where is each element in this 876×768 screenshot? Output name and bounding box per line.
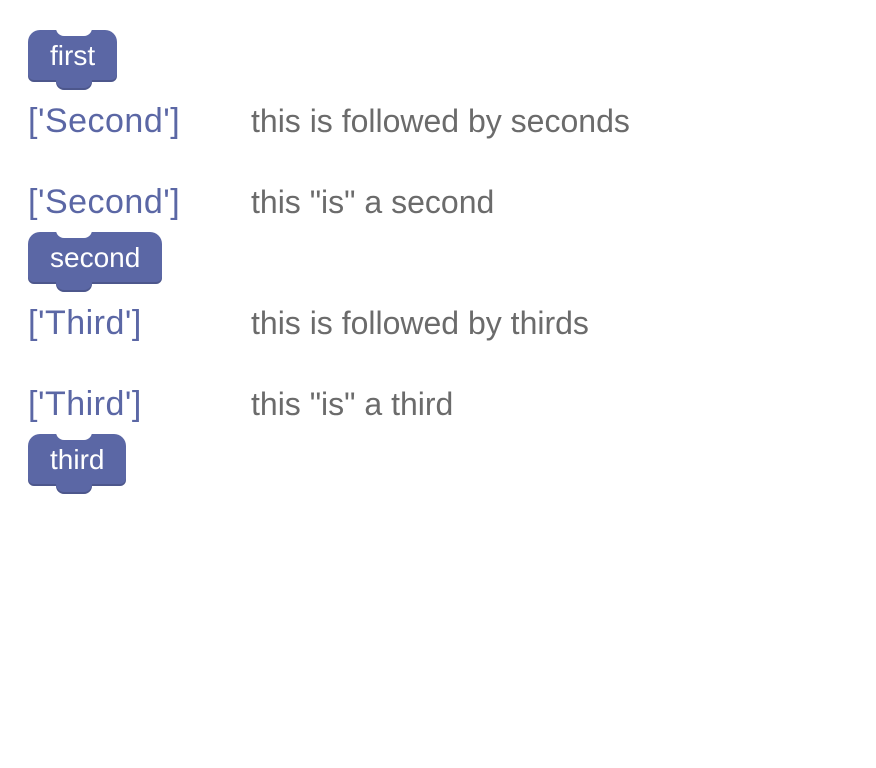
row-third-is-a: ['Third'] this "is" a third: [28, 385, 856, 424]
row-second-followed-by: ['Second'] this is followed by seconds: [28, 102, 856, 141]
tag-second-1: ['Second']: [28, 102, 233, 141]
desc-second-followed-by: this is followed by seconds: [251, 103, 630, 140]
tag-third-1: ['Third']: [28, 304, 233, 343]
block-definitions-panel: first ['Second'] this is followed by sec…: [0, 0, 876, 530]
block-second[interactable]: second: [28, 232, 162, 284]
tag-third-2: ['Third']: [28, 385, 233, 424]
desc-third-followed-by: this is followed by thirds: [251, 305, 589, 342]
block-first[interactable]: first: [28, 30, 117, 82]
desc-third-is-a: this "is" a third: [251, 386, 453, 423]
block-third[interactable]: third: [28, 434, 126, 486]
row-third-followed-by: ['Third'] this is followed by thirds: [28, 304, 856, 343]
tag-second-2: ['Second']: [28, 183, 233, 222]
desc-second-is-a: this "is" a second: [251, 184, 494, 221]
row-second-is-a: ['Second'] this "is" a second: [28, 183, 856, 222]
